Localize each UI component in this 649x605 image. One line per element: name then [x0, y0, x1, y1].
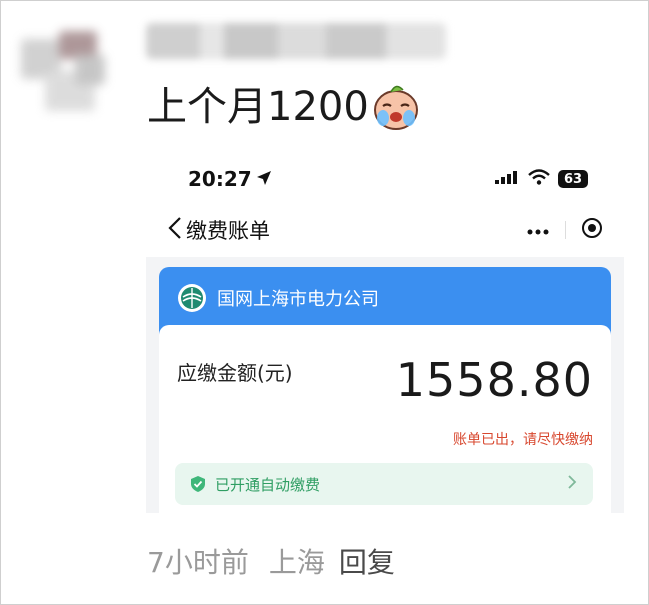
avatar[interactable]: [15, 25, 111, 115]
bill-status: 账单已出，请尽快缴纳: [453, 432, 593, 448]
comment-card: 上个月1200 20:27 63 缴费账单 国网上海市电力公司 应缴金额(元) …: [0, 0, 649, 605]
more-dots-icon[interactable]: [526, 221, 550, 240]
nav-back[interactable]: 缴费账单: [168, 215, 270, 245]
sgcc-logo-icon: [177, 283, 207, 313]
wifi-icon: [528, 169, 550, 189]
amount-value: 1558.80: [395, 353, 593, 407]
signal-icon: [494, 169, 520, 189]
crying-face-icon: [371, 84, 421, 130]
location-arrow-icon: [256, 167, 272, 191]
amount-label: 应缴金额(元): [177, 361, 293, 385]
target-icon[interactable]: [581, 217, 603, 243]
company-name: 国网上海市电力公司: [217, 289, 379, 310]
shield-check-icon: [189, 475, 207, 493]
autopay-banner[interactable]: 已开通自动缴费: [175, 463, 593, 505]
chevron-right-icon[interactable]: [567, 473, 577, 495]
location: 上海: [268, 546, 325, 579]
comment-meta: 7小时前 上海 回复: [147, 541, 395, 581]
username-blurred[interactable]: [146, 23, 446, 59]
time-ago: 7小时前: [147, 546, 249, 579]
bill-screenshot: 20:27 63 缴费账单 国网上海市电力公司 应缴金额(元) 1558.80 …: [146, 153, 624, 513]
navbar: 缴费账单: [146, 205, 624, 257]
status-icons: 63: [494, 169, 588, 189]
reply-button[interactable]: 回复: [339, 541, 395, 581]
post-text: 上个月1200: [147, 81, 421, 133]
bill-card: 应缴金额(元) 1558.80 账单已出，请尽快缴纳 已开通自动缴费: [159, 325, 611, 513]
chevron-left-icon[interactable]: [168, 216, 182, 245]
page-title: 缴费账单: [186, 219, 270, 243]
autopay-text: 已开通自动缴费: [215, 476, 321, 494]
mini-program-capsule: [518, 213, 610, 247]
post-text-content: 上个月1200: [147, 84, 369, 130]
status-time: 20:27: [188, 167, 272, 191]
battery-indicator: 63: [558, 170, 588, 188]
status-bar: 20:27 63: [146, 153, 624, 205]
